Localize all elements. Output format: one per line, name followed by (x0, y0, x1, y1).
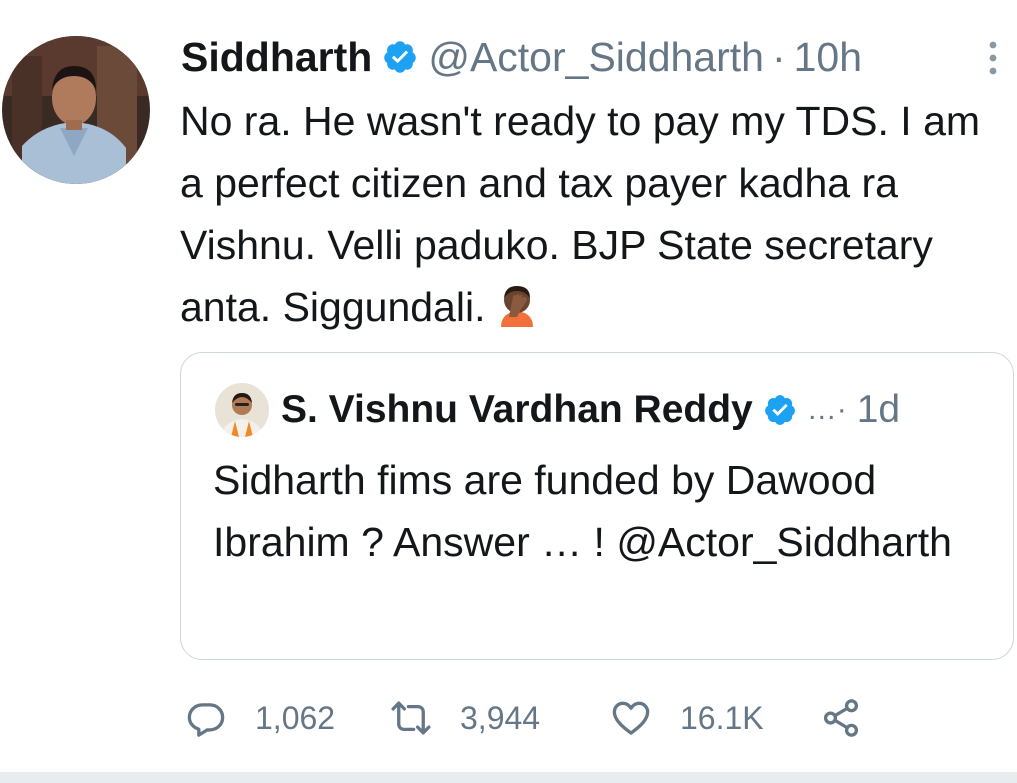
reply-button[interactable]: 1,062 (185, 697, 390, 739)
quoted-tweet-header: S. Vishnu Vardhan Reddy …· 1d (215, 383, 900, 437)
like-count: 16.1K (680, 699, 764, 736)
quoted-timestamp: 1d (856, 388, 901, 431)
retweet-count: 3,944 (460, 699, 541, 736)
verified-badge-icon (764, 395, 795, 425)
heart-icon (612, 701, 650, 735)
timestamp[interactable]: 10h (794, 34, 862, 81)
quoted-display-name: S. Vishnu Vardhan Reddy (281, 388, 753, 431)
divider (0, 772, 1017, 783)
reply-icon (187, 703, 225, 737)
avatar[interactable] (2, 36, 150, 184)
quoted-tweet-text: Sidharth fims are funded by Dawood Ibrah… (213, 457, 952, 565)
display-name[interactable]: Siddharth (181, 34, 372, 81)
verified-badge-icon (384, 41, 417, 73)
separator-dot: · (771, 33, 786, 80)
user-handle[interactable]: @Actor_Siddharth (428, 34, 764, 81)
tweet-body: No ra. He wasn't ready to pay my TDS. I … (180, 98, 981, 330)
tweet-text: No ra. He wasn't ready to pay my TDS. I … (180, 90, 990, 338)
tweet[interactable]: Siddharth @Actor_Siddharth · 10h No ra. … (0, 0, 1017, 783)
more-options-icon[interactable] (986, 40, 1000, 76)
quoted-avatar (215, 383, 269, 437)
share-button[interactable] (820, 697, 890, 739)
tweet-actions: 1,062 3,944 16.1K (185, 696, 890, 740)
retweet-button[interactable]: 3,944 (390, 697, 610, 739)
quoted-tweet[interactable]: S. Vishnu Vardhan Reddy …· 1d Sidharth f… (180, 352, 1014, 660)
like-button[interactable]: 16.1K (610, 697, 820, 739)
face-palm-emoji-icon (501, 286, 534, 327)
reply-count: 1,062 (255, 699, 336, 736)
quoted-ellipsis: …· (806, 393, 847, 426)
retweet-icon (391, 701, 431, 735)
share-icon (823, 699, 859, 737)
tweet-header: Siddharth @Actor_Siddharth · 10h (181, 32, 862, 82)
